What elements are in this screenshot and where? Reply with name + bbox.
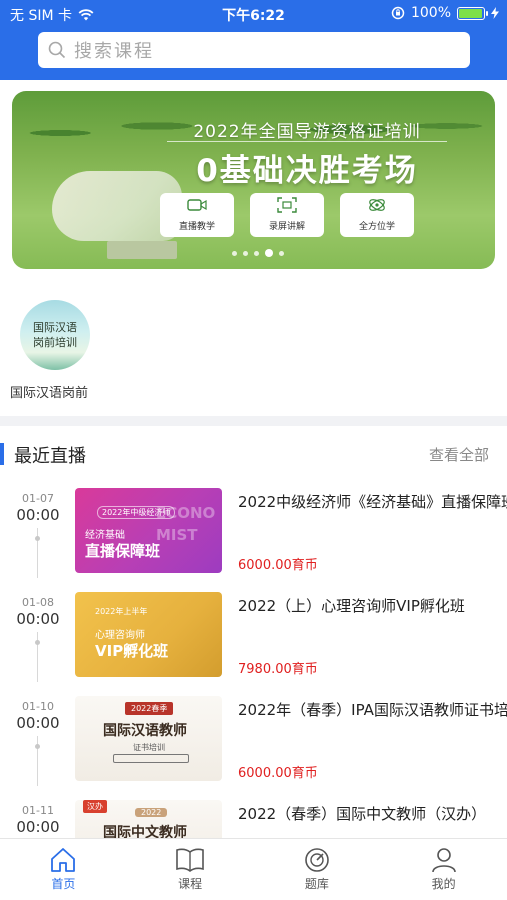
live-time: 00:00 [16, 610, 60, 628]
live-time: 00:00 [16, 714, 60, 732]
section-accent [0, 443, 4, 465]
thumb-decor [113, 754, 189, 763]
tab-question-bank[interactable]: 题库 [254, 839, 381, 900]
promo-banner[interactable]: 2022年全国导游资格证培训 0基础决胜考场 直播教学 录屏讲解 全方位学 [12, 91, 495, 269]
thumb-line1: 国际汉语教师 [103, 723, 187, 739]
live-list-item[interactable]: 01-10 00:00 2022春季 国际汉语教师 证书培训 2022年（春季）… [0, 696, 507, 796]
banner-headline: 0基础决胜考场 [196, 153, 418, 189]
live-title: 2022中级经济师《经济基础》直播保障班 [238, 493, 507, 511]
thumb-line1: 心理咨询师 [95, 630, 145, 641]
thumb-tag: 2022 [135, 808, 168, 817]
live-list-item[interactable]: 01-08 00:00 2022年上半年 心理咨询师 VIP孵化班 2022（上… [0, 592, 507, 692]
live-time: 00:00 [16, 818, 60, 836]
thumb-line1: 经济基础 [85, 530, 125, 541]
thumb-line2: 直播保障班 [85, 542, 161, 560]
video-icon [187, 199, 207, 211]
orientation-lock-icon [391, 6, 405, 20]
battery-percent: 100% [410, 5, 451, 21]
live-price: 7980.00育币 [238, 662, 318, 677]
status-right: 100% [391, 5, 499, 21]
thumb-line2: VIP孵化班 [95, 642, 169, 660]
tab-label: 课程 [178, 877, 203, 891]
header: 无 SIM 卡 下午6:22 100% 搜索课程 [0, 0, 507, 80]
search-icon [48, 41, 66, 59]
home-screen: 无 SIM 卡 下午6:22 100% 搜索课程 2022年全国导游资格证培训 … [0, 0, 507, 900]
book-icon [176, 848, 204, 872]
banner-feature-all: 全方位学 [340, 193, 414, 237]
status-bar: 无 SIM 卡 下午6:22 100% [0, 0, 507, 28]
banner-divider [167, 141, 447, 142]
banner-title: 2022年全国导游资格证培训 [193, 122, 421, 142]
pagination-dot[interactable] [243, 250, 248, 256]
live-thumbnail: 2022年上半年 心理咨询师 VIP孵化班 [75, 592, 222, 677]
pagination-dot[interactable] [254, 250, 259, 256]
timeline-dot [35, 640, 40, 645]
live-price: 6000.00育币 [238, 558, 318, 573]
charging-icon [491, 7, 499, 19]
tab-label: 首页 [51, 877, 76, 891]
section-divider [0, 416, 507, 426]
tab-home[interactable]: 首页 [0, 839, 127, 900]
live-time: 00:00 [16, 506, 60, 524]
live-thumbnail: 2022春季 国际汉语教师 证书培训 [75, 696, 222, 781]
live-title: 2022年（春季）IPA国际汉语教师证书培训 [238, 701, 507, 719]
tab-label: 题库 [304, 877, 329, 891]
live-price: 6000.00育币 [238, 766, 318, 781]
banner-pagination [232, 249, 284, 257]
question-bank-icon [305, 848, 329, 872]
category-label: 国际汉语岗前 [10, 386, 89, 401]
live-list-item[interactable]: 01-07 00:00 2022年中级经济师 ECONO MIST 经济基础 直… [0, 488, 507, 588]
banner-books [107, 241, 177, 259]
tab-label: 我的 [431, 877, 456, 891]
live-date: 01-07 [22, 492, 54, 505]
timeline-dot [35, 744, 40, 749]
pagination-dot[interactable] [232, 250, 237, 256]
orbit-icon [369, 199, 385, 211]
battery-icon [457, 6, 488, 20]
tab-profile[interactable]: 我的 [380, 839, 507, 900]
category-badge-line: 岗前培训 [33, 336, 77, 349]
live-title: 2022（上）心理咨询师VIP孵化班 [238, 597, 465, 615]
banner-feature-label: 录屏讲解 [268, 222, 305, 232]
live-date: 01-08 [22, 596, 54, 609]
thumb-watermark: ECONO MIST [156, 504, 216, 544]
live-title: 2022（春季）国际中文教师（汉办） [238, 805, 487, 823]
pagination-dot[interactable] [265, 249, 273, 257]
home-icon [51, 848, 76, 872]
section-title: 最近直播 [14, 446, 86, 467]
category-badge-line: 国际汉语 [33, 321, 77, 334]
tab-courses[interactable]: 课程 [127, 839, 254, 900]
search-input[interactable]: 搜索课程 [38, 32, 470, 68]
timeline-dot [35, 536, 40, 541]
thumb-caption: 2022春季 [125, 702, 174, 715]
tab-bar: 首页 课程 题库 我的 [0, 838, 507, 900]
battery-fill [459, 8, 482, 18]
banner-feature-live: 直播教学 [160, 193, 234, 237]
thumb-caption: 2022年上半年 [95, 607, 148, 616]
user-icon [431, 848, 456, 873]
category-item[interactable]: 国际汉语 岗前培训 国际汉语岗前 [10, 300, 106, 401]
thumb-caption: 汉办 [83, 800, 107, 813]
live-date: 01-11 [22, 804, 54, 817]
live-date: 01-10 [22, 700, 54, 713]
banner-feature-label: 直播教学 [178, 222, 215, 232]
view-all-link[interactable]: 查看全部 [429, 444, 489, 465]
banner-feature-record: 录屏讲解 [250, 193, 324, 237]
search-placeholder: 搜索课程 [74, 41, 154, 62]
live-thumbnail: 2022年中级经济师 ECONO MIST 经济基础 直播保障班 [75, 488, 222, 573]
pagination-dot[interactable] [279, 250, 284, 256]
banner-feature-label: 全方位学 [358, 222, 395, 232]
thumb-line2: 证书培训 [133, 743, 165, 752]
screen-record-icon [277, 197, 297, 213]
category-badge: 国际汉语 岗前培训 [20, 300, 90, 370]
